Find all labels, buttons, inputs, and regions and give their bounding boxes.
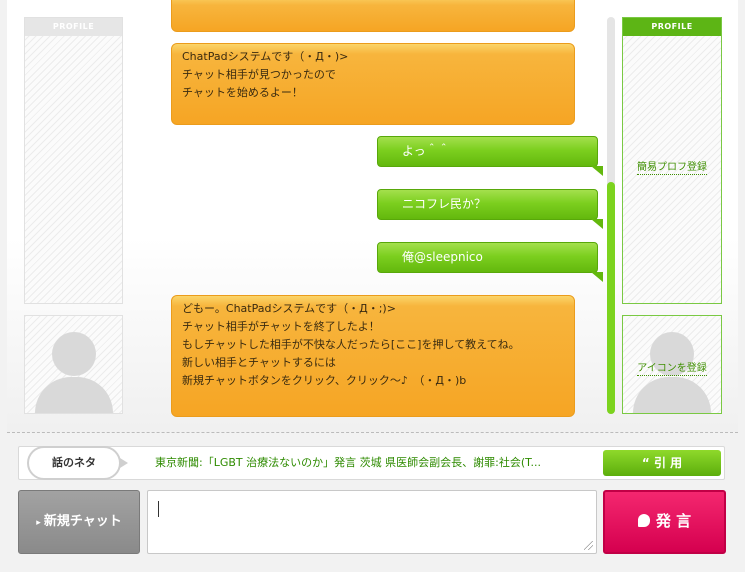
avatar-body-icon (633, 377, 711, 413)
register-icon-link[interactable]: アイコンを登録 (623, 359, 721, 376)
message-line: チャット相手がチャットを終了したよ！ (182, 320, 380, 333)
new-chat-label: 新規チャット (43, 514, 122, 529)
previous-system-message (171, 0, 575, 32)
message-line: 新規チャットボタンをクリック、クリック～♪ （・Д・)b (182, 374, 467, 387)
speech-bubble-icon (637, 514, 650, 527)
send-label: 発 言 (655, 512, 692, 530)
quote-button[interactable]: “ 引 用 (603, 450, 721, 476)
partner-avatar (24, 315, 123, 414)
message-line: ChatPadシステムです（・Д・)> (182, 50, 349, 63)
my-profile-header: PROFILE (623, 18, 721, 36)
resize-grip-icon[interactable] (584, 541, 593, 550)
report-message-line[interactable]: もしチャットした相手が不快な人だったら[ここ]を押して教えてね。 (182, 336, 564, 354)
avatar-head-icon (51, 332, 96, 376)
message-line: チャット相手が見つかったので (182, 68, 336, 81)
my-message: ニコフレ民か？ (377, 189, 603, 229)
message-line: 新しい相手とチャットするには (182, 356, 336, 369)
quote-label: 引 用 (653, 456, 683, 470)
chat-scrollbar[interactable] (607, 17, 615, 414)
partner-profile-panel: PROFILE (24, 17, 123, 304)
register-profile-link[interactable]: 簡易プロフ登録 (623, 158, 721, 175)
system-message: ChatPadシステムです（・Д・)> チャット相手が見つかったので チャットを… (171, 43, 575, 125)
avatar-body-icon (34, 377, 113, 413)
text-caret (158, 501, 159, 517)
topic-label: 話のネタ (27, 446, 128, 480)
topic-news-link[interactable]: 東京新聞:「LGBT 治療法ないのか」発言 茨城 県医師会副会長、謝罪:社会(T… (155, 447, 595, 479)
section-divider (7, 432, 738, 433)
quote-icon: “ (641, 456, 654, 470)
partner-profile-header: PROFILE (25, 18, 122, 36)
send-button[interactable]: 発 言 (603, 490, 726, 554)
message-line: チャットを始めるよー！ (182, 86, 303, 99)
chat-scroll-thumb[interactable] (607, 182, 615, 414)
new-chat-button[interactable]: ▸ 新規チャット (18, 490, 140, 554)
my-profile-panel: PROFILE 簡易プロフ登録 (622, 17, 722, 304)
topic-bar: 話のネタ 東京新聞:「LGBT 治療法ないのか」発言 茨城 県医師会副会長、謝罪… (18, 446, 725, 480)
message-input[interactable] (147, 490, 597, 554)
message-line: どもー。ChatPadシステムです（・Д・;)> (182, 302, 396, 315)
my-message: よっ＾＾ (377, 136, 603, 176)
my-message: 俺@sleepnico (377, 242, 603, 282)
system-message: どもー。ChatPadシステムです（・Д・;)> チャット相手がチャットを終了し… (171, 295, 575, 417)
my-avatar: アイコンを登録 (622, 315, 722, 414)
triangle-right-icon: ▸ (36, 518, 44, 528)
